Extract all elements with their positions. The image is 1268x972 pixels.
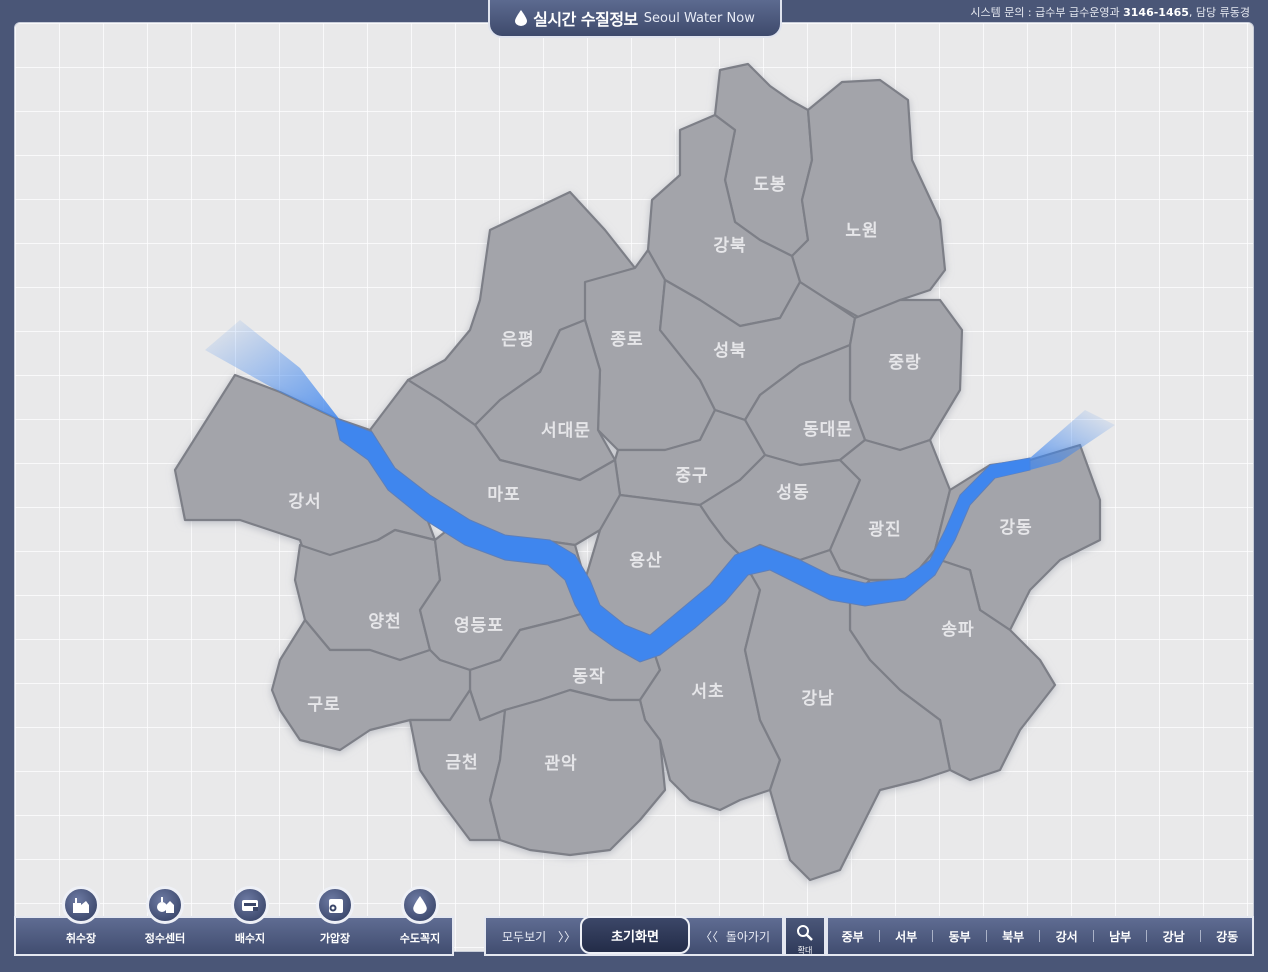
region-bar: 중부 서부 동부 북부 강서 남부 강남 강동 [826, 916, 1254, 956]
label-gangnam: 강남 [801, 689, 834, 709]
water-drop-icon [401, 886, 439, 924]
intake-station-icon [62, 886, 100, 924]
region-gangseo[interactable]: 강서 [1056, 928, 1078, 945]
facility-label: 수도꼭지 [399, 932, 441, 945]
pumping-station-icon [316, 886, 354, 924]
app-title-tab: 실시간 수질정보 Seoul Water Now [488, 0, 782, 38]
app-title: 실시간 수질정보 [533, 10, 638, 29]
label-dongjak: 동작 [572, 667, 605, 687]
label-yeongdeungpo: 영등포 [454, 616, 504, 636]
zoom-button[interactable]: 확대 [784, 916, 826, 956]
district-jungnang[interactable] [848, 298, 964, 452]
facility-intake-button[interactable]: 취수장 [45, 886, 117, 946]
label-gwanak: 관악 [544, 754, 577, 774]
label-gangbuk: 강북 [713, 236, 746, 256]
label-dobong: 도봉 [753, 175, 786, 195]
facility-label: 취수장 [65, 932, 97, 945]
seoul-district-map: 도봉 노원 강북 은평 종로 성북 중랑 서대문 동대문 중구 마포 성동 강서… [173, 62, 1115, 882]
facility-pumping-button[interactable]: 가압장 [299, 886, 371, 946]
label-seongdong: 성동 [776, 483, 809, 503]
label-geumcheon: 금천 [445, 753, 478, 773]
label-gangdong: 강동 [999, 518, 1032, 538]
region-east[interactable]: 동부 [949, 928, 971, 945]
app-subtitle: Seoul Water Now [643, 10, 755, 26]
facility-tap-button[interactable]: 수도꼭지 [384, 886, 456, 946]
label-seodaemun: 서대문 [541, 421, 591, 441]
view-all-button[interactable]: 모두보기 〉〉 [502, 928, 576, 945]
region-south[interactable]: 남부 [1109, 928, 1131, 945]
label-dongdaemun: 동대문 [803, 420, 853, 440]
region-gangdong[interactable]: 강동 [1216, 928, 1238, 945]
label-yangcheon: 양천 [368, 612, 401, 632]
region-central[interactable]: 중부 [842, 928, 864, 945]
water-drop-icon [515, 10, 528, 26]
region-west[interactable]: 서부 [895, 928, 917, 945]
facility-label: 정수센터 [144, 932, 186, 945]
label-songpa: 송파 [941, 620, 974, 640]
facility-purification-button[interactable]: 정수센터 [129, 886, 201, 946]
region-north[interactable]: 북부 [1002, 928, 1024, 945]
label-junggu: 중구 [675, 466, 708, 486]
label-guro: 구로 [307, 695, 340, 715]
label-jongno: 종로 [610, 330, 643, 350]
magnifier-icon [797, 925, 813, 941]
district-nowon[interactable] [790, 78, 947, 320]
label-eunpyeong: 은평 [501, 330, 534, 350]
label-jungnang: 중랑 [888, 353, 921, 373]
label-gwangjin: 광진 [868, 520, 901, 540]
label-gangseo: 강서 [288, 492, 321, 512]
label-seocho: 서초 [691, 682, 724, 702]
double-chevron-left-icon: 〈〈 [700, 930, 719, 944]
facility-label: 가압장 [319, 932, 351, 945]
double-chevron-right-icon: 〉〉 [558, 930, 577, 944]
facility-reservoir-button[interactable]: 배수지 [214, 886, 286, 946]
label-nowon: 노원 [845, 221, 878, 241]
facility-label: 배수지 [234, 932, 266, 945]
back-button[interactable]: 〈〈 돌아가기 [700, 928, 770, 945]
home-button[interactable]: 초기화면 [580, 916, 690, 954]
label-mapo: 마포 [487, 485, 520, 505]
purification-center-icon [146, 886, 184, 924]
label-seongbuk: 성북 [713, 341, 746, 361]
region-gangnam[interactable]: 강남 [1163, 928, 1185, 945]
label-yongsan: 용산 [629, 551, 662, 571]
reservoir-icon [231, 886, 269, 924]
